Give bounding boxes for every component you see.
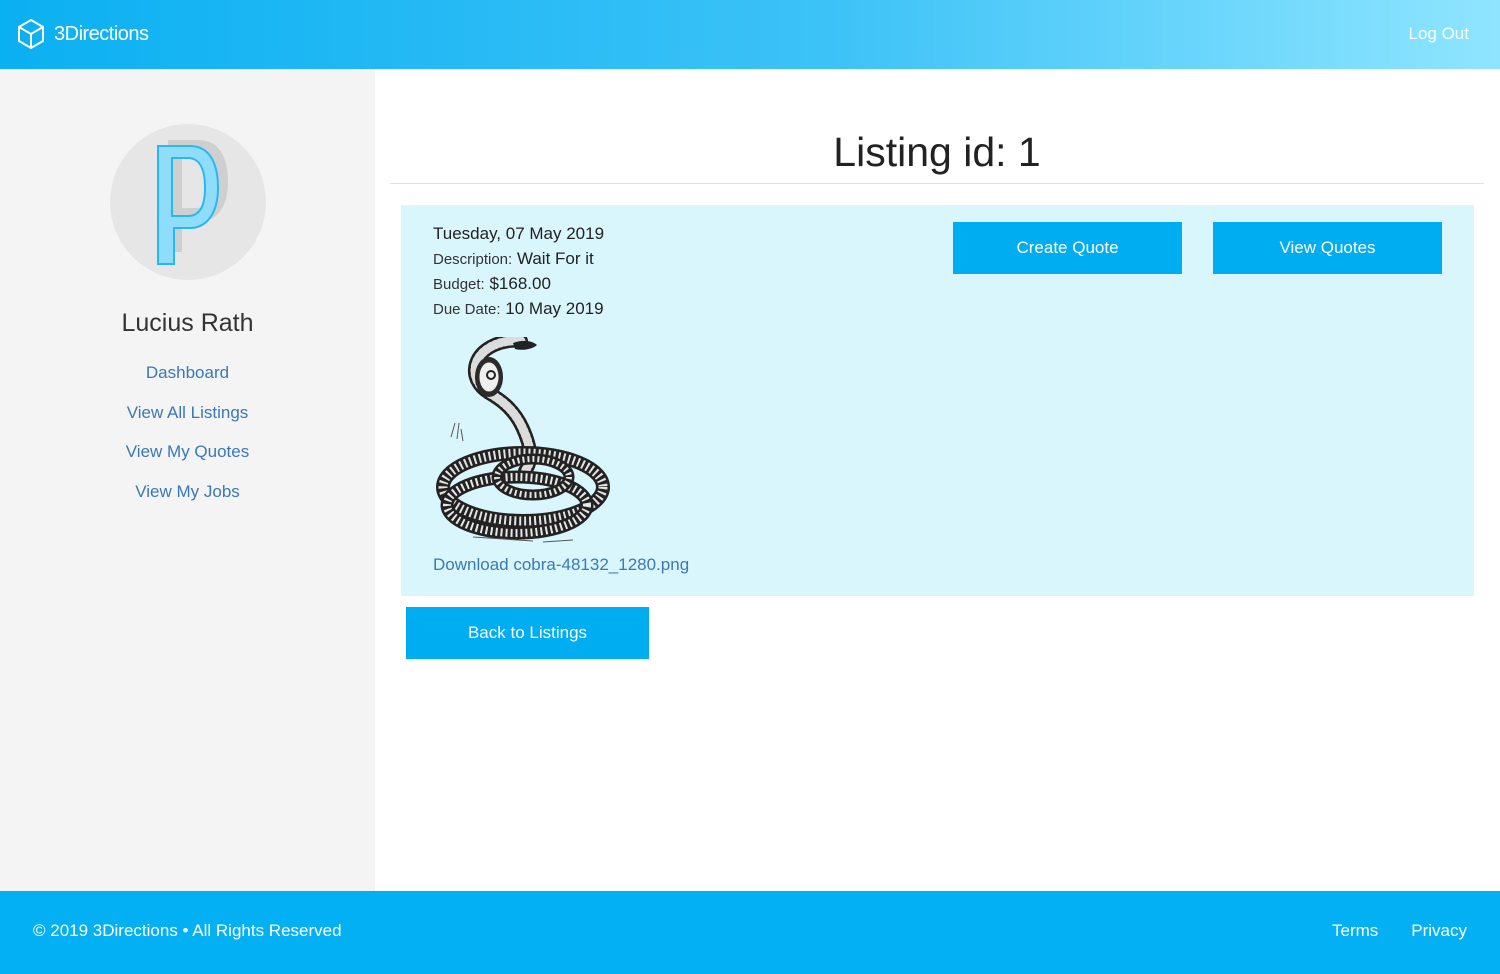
avatar <box>110 124 266 280</box>
sidebar-item-view-my-quotes[interactable]: View My Quotes <box>0 440 375 480</box>
budget-value: $168.00 <box>489 274 551 293</box>
listing-description: Description: Wait For it <box>433 248 604 273</box>
main-content: Listing id: 1 Tuesday, 07 May 2019 Descr… <box>390 69 1484 891</box>
due-date-label: Due Date: <box>433 301 501 318</box>
top-navbar: 3Directions Log Out <box>0 0 1500 69</box>
listing-card: Tuesday, 07 May 2019 Description: Wait F… <box>401 205 1474 596</box>
due-date-value: 10 May 2019 <box>505 299 604 318</box>
listing-date: Tuesday, 07 May 2019 <box>433 224 605 243</box>
privacy-link[interactable]: Privacy <box>1411 921 1467 941</box>
listing-due-date: Due Date: 10 May 2019 <box>433 298 604 323</box>
sidebar-item-dashboard[interactable]: Dashboard <box>0 361 375 401</box>
back-to-listings-button[interactable]: Back to Listings <box>406 607 649 659</box>
view-quotes-button[interactable]: View Quotes <box>1213 222 1442 274</box>
brand-logo[interactable]: 3Directions <box>17 18 149 50</box>
terms-link[interactable]: Terms <box>1332 921 1378 941</box>
brand-name: 3Directions <box>54 22 149 45</box>
user-name: Lucius Rath <box>121 309 254 337</box>
footer: © 2019 3Directions • All Rights Reserved… <box>0 891 1500 974</box>
copyright-text: © 2019 3Directions • All Rights Reserved <box>33 921 342 940</box>
sidebar-item-view-my-jobs[interactable]: View My Jobs <box>0 480 375 520</box>
page-title: Listing id: 1 <box>833 129 1041 175</box>
description-value: Wait For it <box>516 249 594 268</box>
download-image-link[interactable]: Download cobra-48132_1280.png <box>433 555 689 575</box>
cobra-illustration-icon <box>436 337 610 543</box>
title-divider <box>390 183 1484 184</box>
sidebar-nav: Dashboard View All Listings View My Quot… <box>0 361 375 519</box>
cube-logo-icon <box>18 18 44 50</box>
create-quote-button[interactable]: Create Quote <box>953 222 1182 274</box>
footer-links: Terms Privacy <box>1332 921 1467 941</box>
description-label: Description: <box>433 251 513 268</box>
avatar-letter-icon <box>157 140 228 265</box>
sidebar: Lucius Rath Dashboard View All Listings … <box>0 69 375 891</box>
budget-label: Budget: <box>433 276 485 293</box>
listing-info: Tuesday, 07 May 2019 Description: Wait F… <box>433 223 604 323</box>
logout-link[interactable]: Log Out <box>1409 24 1470 44</box>
listing-budget: Budget: $168.00 <box>433 273 604 298</box>
sidebar-item-view-all-listings[interactable]: View All Listings <box>0 401 375 441</box>
